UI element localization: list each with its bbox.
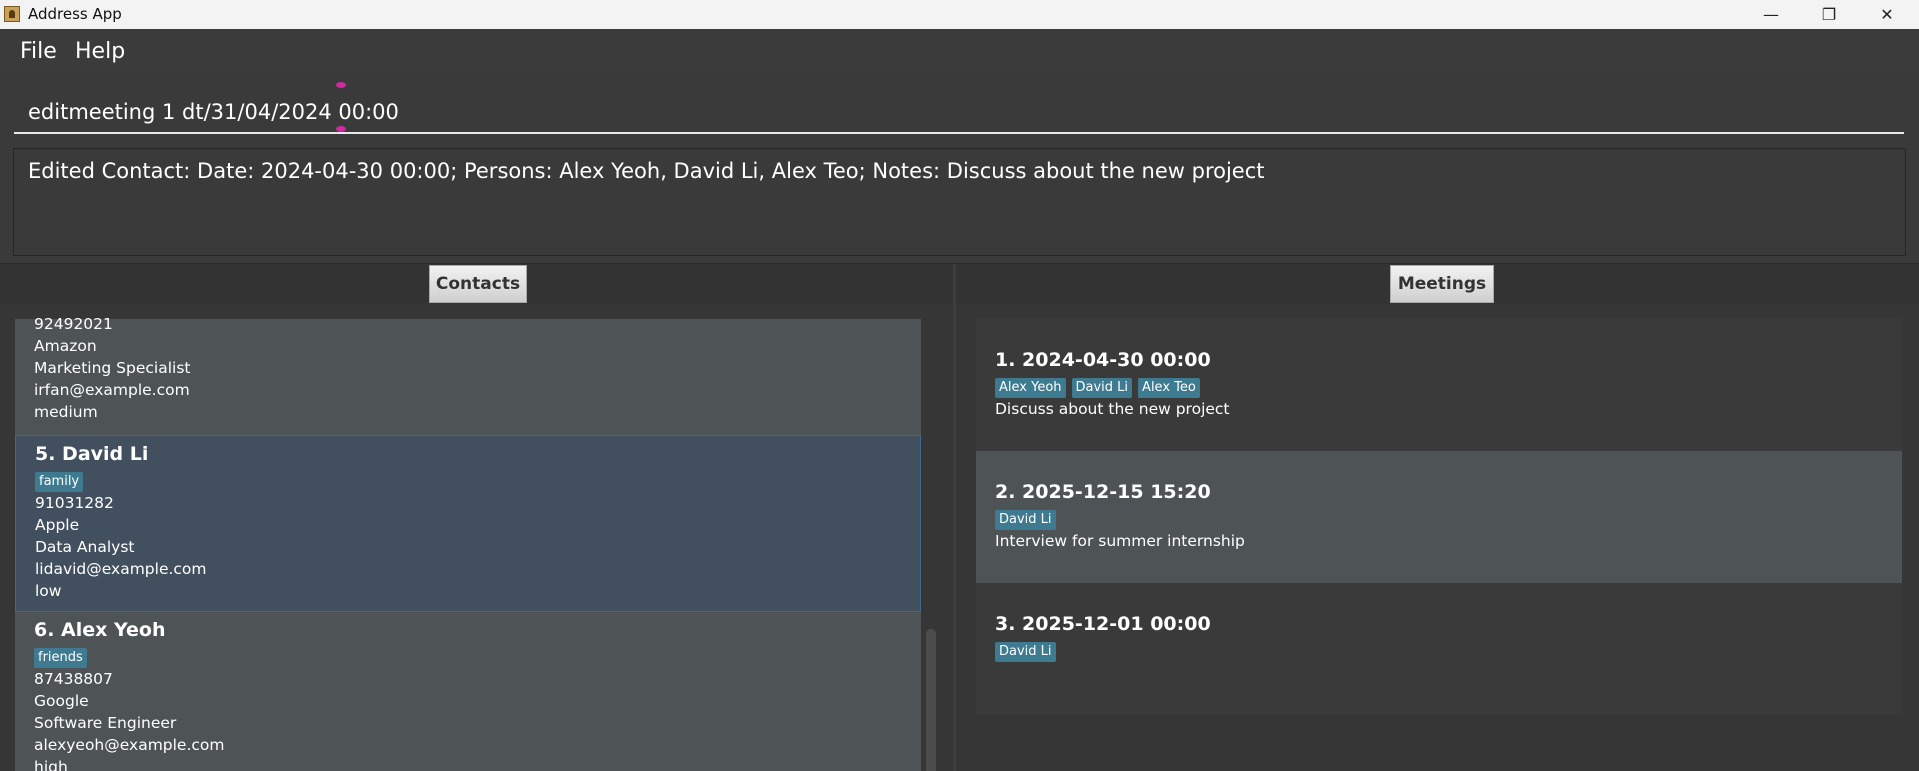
contact-phone: 92492021 <box>34 315 113 333</box>
meetings-tab-button[interactable]: Meetings <box>1390 265 1494 303</box>
text-caret-handle[interactable] <box>336 126 346 132</box>
contact-card-selected[interactable]: 5. David Li family 91031282 Apple Data A… <box>15 435 921 612</box>
meeting-notes <box>976 662 1902 684</box>
restore-button[interactable]: ❐ <box>1800 0 1858 29</box>
contact-card[interactable]: 92492021 Amazon Marketing Specialist irf… <box>15 315 921 435</box>
close-button[interactable]: ✕ <box>1858 0 1916 29</box>
menu-help[interactable]: Help <box>75 39 125 64</box>
meeting-person-tag: Alex Yeoh <box>995 378 1066 398</box>
menu-file[interactable]: File <box>20 39 57 64</box>
meeting-card[interactable]: 2. 2025-12-15 15:20 David Li Interview f… <box>976 451 1902 583</box>
contact-company: Amazon <box>34 337 97 355</box>
meeting-notes: Interview for summer internship <box>995 532 1245 550</box>
contact-role: Marketing Specialist <box>34 359 191 377</box>
contact-tag: friends <box>34 648 87 668</box>
contacts-tab-button[interactable]: Contacts <box>429 265 527 303</box>
restore-icon: ❐ <box>1821 5 1837 24</box>
result-display: Edited Contact: Date: 2024-04-30 00:00; … <box>13 148 1906 256</box>
meeting-person-tag: David Li <box>995 642 1056 662</box>
result-area: Edited Contact: Date: 2024-04-30 00:00; … <box>0 143 1919 264</box>
minimize-button[interactable]: — <box>1742 0 1800 29</box>
contact-company: Google <box>34 692 89 710</box>
close-icon: ✕ <box>1880 5 1894 24</box>
contact-phone: 87438807 <box>34 670 113 688</box>
contact-priority: high <box>34 758 68 771</box>
contacts-scrollbar[interactable] <box>926 304 936 771</box>
meeting-person-tag: David Li <box>1071 378 1133 398</box>
contact-phone: 91031282 <box>35 494 114 512</box>
menu-bar: File Help <box>0 29 1919 74</box>
meeting-card[interactable]: 3. 2025-12-01 00:00 David Li <box>976 583 1902 715</box>
text-caret-handle[interactable] <box>336 82 346 88</box>
contact-role: Data Analyst <box>35 538 135 556</box>
window-title: Address App <box>28 5 122 23</box>
meeting-person-tag: David Li <box>995 510 1056 530</box>
address-book-icon <box>4 6 20 22</box>
meeting-title: 3. 2025-12-01 00:00 <box>995 613 1211 635</box>
meeting-card[interactable]: 1. 2024-04-30 00:00 Alex Yeoh David Li Ale… <box>976 319 1902 451</box>
contact-email: lidavid@example.com <box>35 560 207 578</box>
meetings-header: Meetings <box>956 264 1919 304</box>
contact-email: irfan@example.com <box>34 381 190 399</box>
minimize-icon: — <box>1763 5 1779 24</box>
contact-email: alexyeoh@example.com <box>34 736 225 754</box>
meeting-title: 1. 2024-04-30 00:00 <box>995 349 1211 371</box>
contact-name: 6. Alex Yeoh <box>34 619 166 641</box>
command-input[interactable]: editmeeting 1 dt/31/04/2024 00:00 <box>14 90 1904 134</box>
command-area: editmeeting 1 dt/31/04/2024 00:00 <box>0 74 1919 143</box>
contact-name: 5. David Li <box>35 443 149 465</box>
contacts-header: Contacts <box>0 264 953 304</box>
contacts-list[interactable]: 92492021 Amazon Marketing Specialist irf… <box>0 304 953 771</box>
meeting-title: 2. 2025-12-15 15:20 <box>995 481 1211 503</box>
meeting-notes: Discuss about the new project <box>995 400 1230 418</box>
contact-tag: family <box>35 472 84 492</box>
contact-priority: medium <box>34 403 98 421</box>
meeting-person-tag: Alex Teo <box>1138 378 1200 398</box>
contact-company: Apple <box>35 516 80 534</box>
meetings-list[interactable]: 1. 2024-04-30 00:00 Alex Yeoh David Li Ale… <box>956 304 1919 771</box>
contact-card[interactable]: 6. Alex Yeoh friends 87438807 Google Sof… <box>15 612 921 771</box>
contact-role: Software Engineer <box>34 714 177 732</box>
contact-priority: low <box>35 582 62 600</box>
contacts-scroll-thumb[interactable] <box>926 629 936 771</box>
title-bar: Address App — ❐ ✕ <box>0 0 1919 29</box>
